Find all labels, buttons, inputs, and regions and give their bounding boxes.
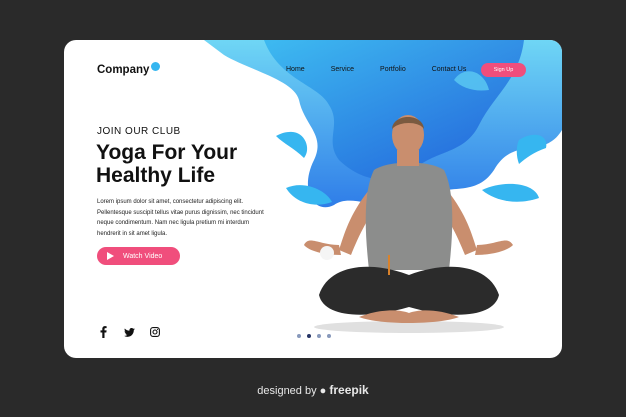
credit-brand: freepik xyxy=(329,383,369,397)
top-nav: Home Service Portfolio Contact Us xyxy=(286,66,492,73)
freepik-credit: designed by ● freepik xyxy=(0,383,626,397)
twitter-icon[interactable] xyxy=(123,326,135,338)
landing-card: Company Home Service Portfolio Contact U… xyxy=(64,40,562,358)
nav-contact-us[interactable]: Contact Us xyxy=(432,66,467,73)
watch-video-button[interactable]: Watch Video xyxy=(97,247,180,265)
nav-portfolio[interactable]: Portfolio xyxy=(380,66,406,73)
nav-home[interactable]: Home xyxy=(286,66,305,73)
logo-dot-icon xyxy=(151,61,161,71)
facebook-icon[interactable] xyxy=(97,326,109,338)
social-links xyxy=(97,326,161,338)
yoga-person-photo xyxy=(304,115,513,333)
sign-up-button[interactable]: Sign Up xyxy=(481,63,526,77)
pagination-dot-2[interactable] xyxy=(307,334,311,338)
watch-video-label: Watch Video xyxy=(123,252,163,260)
nav-service[interactable]: Service xyxy=(331,66,354,73)
play-icon xyxy=(107,252,114,260)
instagram-icon[interactable] xyxy=(149,326,161,338)
brand-name: Company xyxy=(97,64,150,76)
brand-logo[interactable]: Company xyxy=(97,61,161,76)
pagination-dot-4[interactable] xyxy=(327,334,331,338)
pagination-dot-3[interactable] xyxy=(317,334,321,338)
pagination-dot-1[interactable] xyxy=(297,334,301,338)
slide-pagination xyxy=(297,334,331,338)
freepik-logo-icon: ● xyxy=(319,385,327,397)
hero-headline: Yoga For Your Healthy Life xyxy=(96,141,238,187)
credit-prefix: designed by xyxy=(257,385,317,397)
hero-body: Lorem ipsum dolor sit amet, consectetur … xyxy=(97,199,264,237)
hero-kicker: JOIN OUR CLUB xyxy=(97,126,181,137)
